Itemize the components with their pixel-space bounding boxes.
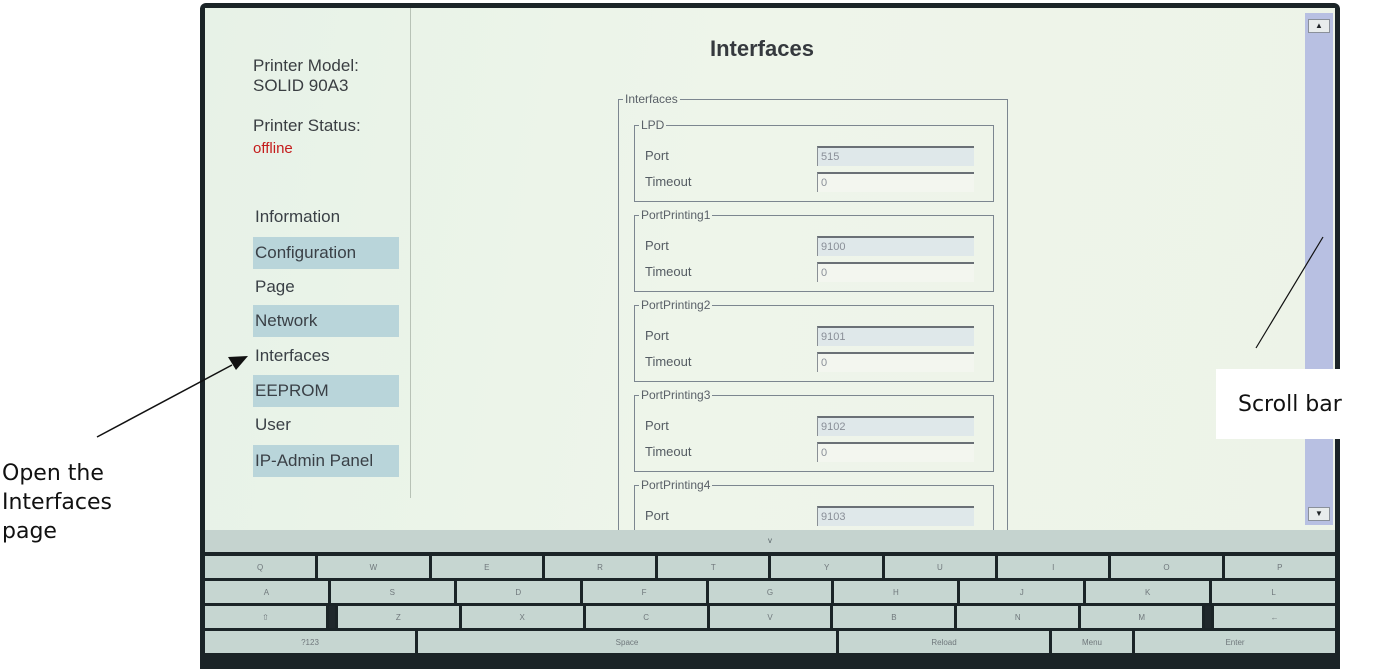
arrow-head-icon bbox=[228, 356, 248, 370]
annotation-arrows bbox=[96, 236, 1324, 438]
scroll-bar-annotation: Scroll bar bbox=[1238, 392, 1342, 417]
annotation-line: page bbox=[2, 519, 57, 544]
scroll-bar-pointer-line bbox=[1255, 236, 1324, 349]
scroll-bar-annotation-box: Scroll bar bbox=[1216, 369, 1388, 439]
interfaces-arrow-line bbox=[96, 364, 233, 438]
annotation-line: Open the bbox=[2, 461, 104, 486]
interfaces-annotation: Open the Interfaces page bbox=[2, 459, 112, 546]
annotation-line: Interfaces bbox=[2, 490, 112, 515]
